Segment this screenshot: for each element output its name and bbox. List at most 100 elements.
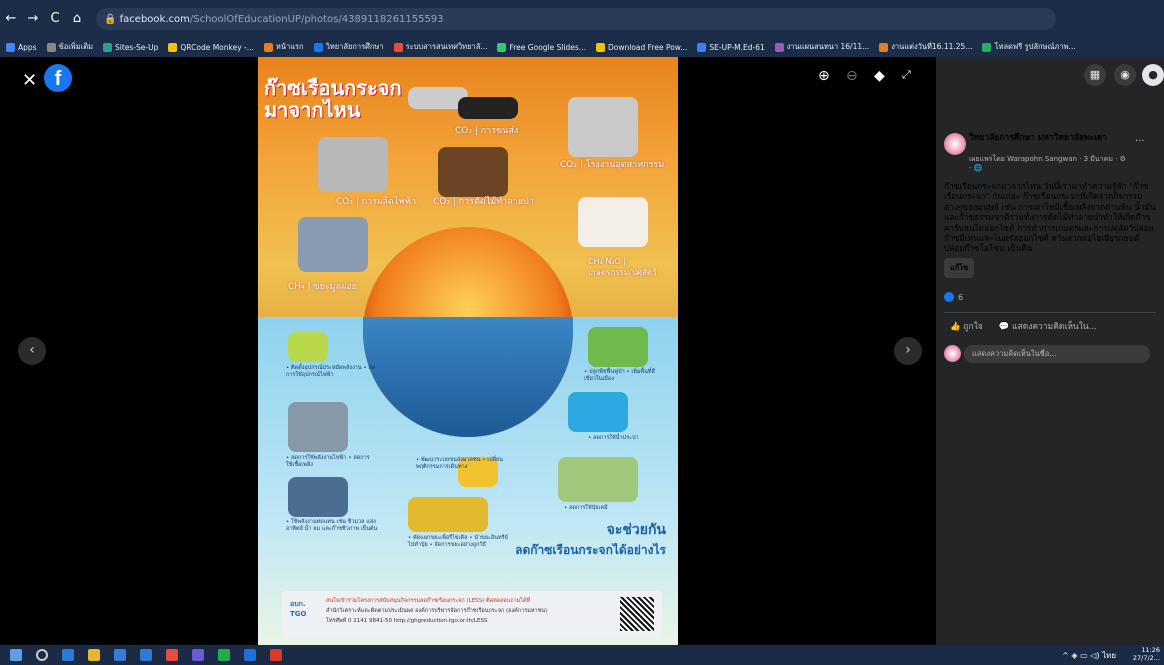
solution-text: • ปลูกพืชฟื้นฟูป่า • เพิ่มพื้นที่สีเขียว… [584, 369, 655, 382]
bookmark-label: งานแผนสนทนา 16/11... [786, 42, 870, 51]
garbage-illustration [298, 217, 368, 272]
solution-text: • ลดการใช้พลังงานไฟฟ้า • ลดการใช้เชื้อเพ… [286, 455, 370, 468]
facebook-logo-icon[interactable]: f [44, 64, 72, 92]
fullscreen-icon[interactable]: ⤢ [902, 68, 911, 82]
line-icon[interactable] [218, 649, 230, 661]
forward-icon[interactable]: → [22, 11, 44, 26]
chrome-icon[interactable] [166, 649, 178, 661]
bookmark-icon [103, 42, 113, 52]
mail-icon[interactable] [140, 649, 152, 661]
bookmark-item[interactable]: งานแต่งวันที่16.11.25... [879, 41, 972, 53]
bookmark-item[interactable]: Apps [6, 42, 37, 52]
search-icon[interactable] [36, 649, 48, 661]
url-path: /SchoolOfEducationUP/photos/438911826115… [189, 13, 444, 25]
store-icon[interactable] [114, 649, 126, 661]
tag-icon[interactable]: ◆ [874, 68, 885, 84]
bookmark-label: Apps [18, 42, 37, 52]
back-icon[interactable]: ← [0, 11, 22, 26]
post-caption: ก๊าซเรือนกระจกมาจากไหน วันนี้เรามาทำความ… [944, 181, 1156, 254]
source-label: CO₂ | โรงงานอุตสาหกรรม [560, 160, 665, 170]
bookmark-item[interactable]: งานแผนสนทนา 16/11... [774, 41, 870, 53]
poster-tagline: จะช่วยกัน ลดก๊าซเรือนกระจกได้อย่างไร [515, 522, 666, 557]
url-input[interactable]: 🔒 facebook.com/SchoolOfEducationUP/photo… [96, 8, 1056, 30]
recycle-bins-illustration [408, 497, 488, 532]
messenger-icon[interactable]: ◉ [1114, 64, 1136, 86]
solar-panel-illustration [288, 477, 348, 517]
bookmark-item[interactable]: SE-UP-M.Ed-61 [697, 42, 765, 52]
page-name[interactable]: วิทยาลัยการศึกษา มหาวิทยาลัยพะเยา [969, 133, 1129, 143]
bookmark-icon [313, 42, 323, 52]
clock[interactable]: 11:26 27/7/2... [1133, 646, 1160, 662]
bookmark-item[interactable]: ข้อเพิ่มเติม [46, 41, 93, 53]
comment-input[interactable]: แสดงความคิดเห็นในชื่อ... [964, 345, 1150, 363]
livestock-illustration [578, 197, 648, 247]
power-plant-illustration [318, 137, 388, 192]
bookmarks-bar: Apps ข้อเพิ่มเติม Sites-Se-Up QRCode Monkey… [0, 37, 1164, 57]
zoom-in-icon[interactable]: ⊕ [818, 68, 830, 84]
bookmark-icon [6, 42, 15, 52]
bookmark-item[interactable]: วิทยาลัยการศึกษา [313, 41, 384, 53]
bookmark-icon [393, 42, 403, 52]
acrobat-icon[interactable] [270, 649, 282, 661]
like-reaction-icon [944, 292, 954, 302]
reload-icon[interactable]: C [44, 11, 66, 26]
poster-title: ก๊าซเรือนกระจก มาจากไหน [264, 76, 402, 122]
zoom-out-icon[interactable]: ⊖ [846, 68, 858, 84]
bookmark-item[interactable]: ระบบสารสนเทศวิทยาลั... [393, 41, 487, 53]
edge-icon[interactable] [62, 649, 74, 661]
reaction-summary[interactable]: 6 [944, 292, 963, 302]
source-label: CO₂ | การขนส่ง [455, 126, 519, 136]
more-options-icon[interactable]: ··· [1135, 136, 1145, 147]
address-bar-row: ← → C ⌂ 🔒 facebook.com/SchoolOfEducation… [0, 0, 1164, 37]
word-icon[interactable] [244, 649, 256, 661]
bookmark-icon [263, 42, 273, 52]
bookmark-item[interactable]: หน้าแรก [263, 41, 304, 53]
bookmark-label: Download Free Pow... [607, 42, 688, 52]
bookmark-icon [595, 42, 605, 52]
page-avatar[interactable] [944, 133, 966, 155]
close-icon[interactable]: ✕ [22, 70, 37, 91]
solution-text: • ใช้พลังงานทดแทน เช่น ชีวมวล แสงอาทิตย์… [286, 519, 378, 532]
bookmark-label: หน้าแรก [275, 42, 304, 51]
windows-start-icon[interactable] [10, 649, 22, 661]
bookmark-icon [774, 42, 784, 52]
comment-button[interactable]: 💬 แสดงความคิดเห็นใน... [999, 319, 1097, 333]
infographic-image: ก๊าซเรือนกระจก มาจากไหน CO₂ | การขนส่ง CO… [258, 57, 678, 645]
system-tray[interactable]: ^ ◈ ▭ ◁) ไทย [1062, 649, 1116, 662]
factory-illustration [568, 97, 638, 157]
source-label: CH₄ | ขยะมูลฝอย [288, 282, 358, 292]
footer-line: สำนักวิเคราะห์และติดตามประเมินผล องค์การ… [326, 608, 548, 614]
bookmark-label: วิทยาลัยการศึกษา [325, 42, 384, 51]
commenter-avatar [944, 345, 961, 362]
tgo-logo: อบก. TGO [290, 600, 307, 618]
bookmark-label: Free Google Slides... [509, 42, 586, 52]
solution-text: • ติดตั้งอุปกรณ์ประหยัดพลังงาน • ลดการใช… [286, 365, 376, 378]
post-meta: เผยแพร่โดย Warapohn Sangwan · 3 มีนาคม ·… [969, 155, 1126, 172]
bookmark-icon [168, 42, 178, 52]
file-explorer-icon[interactable] [88, 649, 100, 661]
edit-button[interactable]: แก้ไข [944, 258, 975, 278]
bookmark-item[interactable]: โหลดฟรี รูปลักษณ์ภาพ... [982, 41, 1076, 53]
previous-photo-button[interactable]: ‹ [18, 337, 46, 365]
home-icon[interactable]: ⌂ [66, 11, 88, 26]
poster-footer: อบก. TGO สนใจเข้าร่วมโครงการสนับสนุนกิจก… [282, 591, 662, 637]
bookmark-item[interactable]: Free Google Slides... [497, 42, 586, 52]
tree-illustration [588, 327, 648, 367]
next-photo-button[interactable]: › [894, 337, 922, 365]
bookmark-item[interactable]: QRCode Monkey -... [168, 42, 254, 52]
solution-text: • คัดแยกขยะเพื่อรีไซเคิล • นำขยะอินทรีย์… [408, 535, 508, 548]
bookmark-icon [879, 42, 889, 52]
bookmark-icon [982, 42, 992, 52]
car-illustration [458, 97, 518, 119]
url-host: facebook.com [119, 13, 190, 25]
menu-grid-icon[interactable]: ▦ [1084, 64, 1106, 86]
bookmark-item[interactable]: Sites-Se-Up [103, 42, 158, 52]
plug-illustration [288, 332, 328, 362]
bookmark-icon [697, 42, 707, 52]
bookmark-label: โหลดฟรี รูปลักษณ์ภาพ... [994, 42, 1076, 51]
bookmark-item[interactable]: Download Free Pow... [595, 42, 688, 52]
like-button[interactable]: 👍 ถูกใจ [950, 319, 983, 333]
bookmark-label: SE-UP-M.Ed-61 [709, 42, 765, 52]
notifications-icon[interactable]: ● [1142, 64, 1164, 86]
app-icon[interactable] [192, 649, 204, 661]
